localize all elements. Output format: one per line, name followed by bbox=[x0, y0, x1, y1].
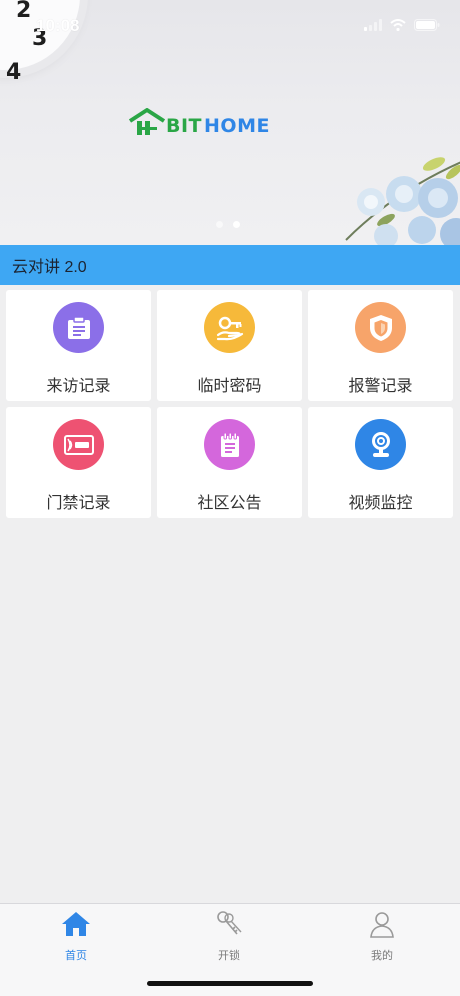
card-label: 社区公告 bbox=[197, 495, 262, 512]
card-label: 临时密码 bbox=[197, 378, 262, 395]
tab-label: 我的 bbox=[371, 950, 393, 962]
clock-number: 4 bbox=[6, 60, 22, 85]
clipboard-icon bbox=[53, 302, 104, 353]
community-notice-button[interactable]: 社区公告 bbox=[157, 407, 302, 518]
notepad-icon bbox=[204, 419, 255, 470]
card-label: 报警记录 bbox=[348, 378, 413, 395]
webcam-icon bbox=[355, 419, 406, 470]
wifi-icon bbox=[390, 18, 406, 36]
signal-icon bbox=[364, 18, 382, 36]
logo-text-home: HOME bbox=[204, 115, 270, 137]
page-header: 云对讲 2.0 bbox=[0, 245, 460, 285]
carousel-indicator bbox=[216, 221, 240, 228]
status-time: 10:08 bbox=[36, 16, 80, 35]
page-title: 云对讲 2.0 bbox=[12, 259, 87, 276]
status-bar: 10:08 bbox=[0, 0, 460, 44]
carousel-dot-active[interactable] bbox=[233, 221, 240, 228]
shield-icon bbox=[355, 302, 406, 353]
tab-label: 开锁 bbox=[218, 950, 240, 962]
home-indicator[interactable] bbox=[147, 981, 313, 986]
tab-profile[interactable]: 我的 bbox=[332, 910, 432, 963]
temporary-password-button[interactable]: 临时密码 bbox=[157, 290, 302, 401]
battery-icon bbox=[414, 18, 440, 36]
video-monitor-button[interactable]: 视频监控 bbox=[308, 407, 453, 518]
user-icon bbox=[366, 910, 398, 943]
flowers-image bbox=[326, 150, 460, 245]
tab-unlock[interactable]: 开锁 bbox=[179, 910, 279, 963]
app-screen: 2 3 4 10:08 BIT HOME 云对讲 2.0 来访记录 临时密码 报… bbox=[0, 0, 460, 996]
card-label: 门禁记录 bbox=[46, 495, 111, 512]
feature-grid: 来访记录 临时密码 报警记录 门禁记录 社区公告 视频监控 bbox=[6, 290, 454, 518]
card-label: 视频监控 bbox=[348, 495, 413, 512]
bithome-logo: BIT HOME bbox=[128, 108, 270, 136]
keys-icon bbox=[213, 910, 245, 943]
logo-text-bit: BIT bbox=[166, 115, 203, 137]
visitor-records-button[interactable]: 来访记录 bbox=[6, 290, 151, 401]
key-hand-icon bbox=[204, 302, 255, 353]
banner-carousel[interactable]: 2 3 4 10:08 BIT HOME bbox=[0, 0, 460, 245]
tab-home[interactable]: 首页 bbox=[26, 910, 126, 963]
tab-label: 首页 bbox=[65, 950, 87, 962]
access-records-button[interactable]: 门禁记录 bbox=[6, 407, 151, 518]
home-icon bbox=[60, 910, 92, 943]
access-card-icon bbox=[53, 419, 104, 470]
house-logo-icon bbox=[128, 108, 166, 135]
alarm-records-button[interactable]: 报警记录 bbox=[308, 290, 453, 401]
card-label: 来访记录 bbox=[46, 378, 111, 395]
carousel-dot[interactable] bbox=[216, 221, 223, 228]
